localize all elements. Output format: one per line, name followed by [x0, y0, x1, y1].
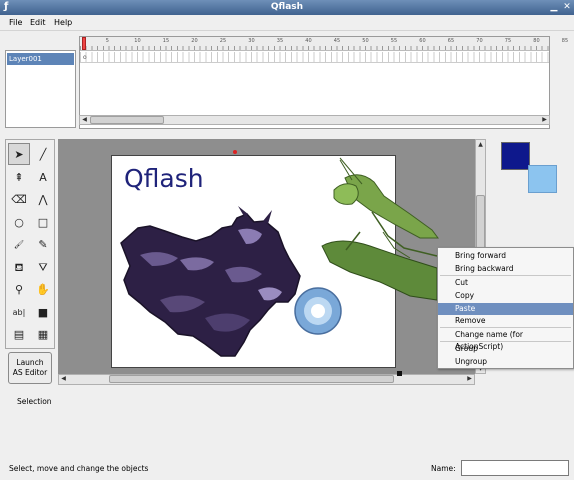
- scroll-up-icon[interactable]: ▲: [476, 140, 485, 149]
- context-menu-item[interactable]: Paste: [438, 303, 573, 315]
- keyframe-marker: o: [83, 54, 87, 61]
- line-icon[interactable]: ╱: [32, 143, 54, 165]
- stage-resize-handle[interactable]: [397, 371, 402, 376]
- square-icon[interactable]: □: [32, 211, 54, 233]
- ink-bottle-icon[interactable]: ⛛: [32, 256, 54, 278]
- scroll-thumb[interactable]: [90, 116, 164, 124]
- launch-label-line1: Launch: [16, 358, 44, 367]
- eraser-icon[interactable]: ⌫: [8, 188, 30, 210]
- menu-help[interactable]: Help: [54, 18, 72, 27]
- subselect-icon[interactable]: ⇞: [8, 166, 30, 188]
- frame-track[interactable]: [80, 52, 549, 63]
- stage-hscrollbar[interactable]: ◀ ▶: [58, 374, 475, 385]
- active-tool-label: Selection: [17, 397, 52, 406]
- script-icon[interactable]: ▤: [8, 323, 30, 345]
- brush-icon[interactable]: 🖌: [8, 233, 30, 255]
- scroll-right-icon[interactable]: ▶: [540, 116, 549, 124]
- context-menu-item[interactable]: Bring backward: [438, 263, 573, 275]
- menu-file[interactable]: File: [9, 18, 22, 27]
- ruler-tick-label: 75: [504, 38, 512, 44]
- stage-scroll-left-icon[interactable]: ◀: [59, 375, 68, 383]
- menu-separator: [440, 275, 571, 276]
- hand-icon[interactable]: ✋: [32, 278, 54, 300]
- layer-item[interactable]: Layer001: [7, 53, 74, 65]
- playhead-marker[interactable]: [82, 37, 86, 50]
- ruler-tick-label: 80: [533, 38, 540, 44]
- close-icon[interactable]: ✕: [561, 1, 573, 13]
- ruler-tick-label: 50: [362, 38, 369, 44]
- stage-scroll-right-icon[interactable]: ▶: [465, 375, 474, 383]
- context-menu-item[interactable]: Remove: [438, 315, 573, 327]
- title-bar: ƒ Qflash ▁ ✕: [0, 0, 574, 15]
- context-menu-item[interactable]: Group: [438, 343, 573, 355]
- menu-edit[interactable]: Edit: [30, 18, 46, 27]
- magnifier-icon[interactable]: ⚲: [8, 278, 30, 300]
- stroke-color-swatch[interactable]: [501, 142, 530, 170]
- context-menu-item[interactable]: Copy: [438, 290, 573, 302]
- fill-color-swatch[interactable]: [528, 165, 557, 193]
- fill-square-icon[interactable]: ■: [32, 301, 54, 323]
- context-menu-item[interactable]: Ungroup: [438, 356, 573, 368]
- ruler-tick-label: 85: [561, 38, 569, 44]
- paint-bucket-icon[interactable]: ⛾: [8, 256, 30, 278]
- status-text: Select, move and change the objects: [9, 464, 149, 473]
- ruler-tick-label: 15: [162, 38, 170, 44]
- launch-as-editor-button[interactable]: Launch AS Editor: [8, 352, 52, 384]
- pencil-icon[interactable]: ✎: [32, 233, 54, 255]
- ruler-tick-label: 25: [219, 38, 227, 44]
- ruler-tick-label: 20: [191, 38, 198, 44]
- name-input[interactable]: [461, 460, 569, 476]
- name-label: Name:: [431, 464, 456, 473]
- ruler-tick-label: 10: [134, 38, 141, 44]
- ruler-tick-label: 30: [248, 38, 255, 44]
- library-icon[interactable]: ▦: [32, 323, 54, 345]
- timeline-ruler[interactable]: 1510152025303540455055606570758085: [80, 37, 568, 51]
- menu-bar: File Edit Help: [0, 15, 574, 31]
- timeline-hscrollbar[interactable]: ◀ ▶: [79, 115, 550, 125]
- ruler-tick-label: 45: [333, 38, 341, 44]
- window-title: Qflash: [270, 2, 304, 12]
- ruler-tick-label: 60: [419, 38, 426, 44]
- stage-logo-text[interactable]: Qflash: [124, 164, 204, 193]
- ruler-tick-label: 40: [305, 38, 312, 44]
- ruler-tick-label: 35: [276, 38, 284, 44]
- stage-scroll-thumb[interactable]: [109, 375, 394, 383]
- circle-icon[interactable]: ○: [8, 211, 30, 233]
- text-icon[interactable]: A: [32, 166, 54, 188]
- scroll-left-icon[interactable]: ◀: [80, 116, 89, 124]
- context-menu-item[interactable]: Change name (for ActionScript): [438, 329, 573, 351]
- polyline-icon[interactable]: ⋀: [32, 188, 54, 210]
- stage-top-handle[interactable]: [233, 150, 237, 154]
- minimize-icon[interactable]: ▁: [548, 1, 560, 13]
- layers-panel: Layer001: [5, 50, 76, 128]
- toolbox: ➤ ╱ ⇞ A ⌫ ⋀ ○ □ 🖌 ✎ ⛾ ⛛ ⚲ ✋ ab| ■ ▤ ▦: [5, 139, 55, 349]
- menu-separator: [440, 327, 571, 328]
- context-menu-item[interactable]: Bring forward: [438, 250, 573, 262]
- context-menu: Bring forward Bring backward Cut Copy Paste R…: [437, 247, 574, 369]
- menu-separator: [440, 341, 571, 342]
- launch-label-line2: AS Editor: [12, 368, 48, 377]
- context-menu-item[interactable]: Cut: [438, 277, 573, 289]
- ruler-tick-label: 5: [105, 38, 109, 44]
- ruler-tick-label: 55: [390, 38, 398, 44]
- ruler-tick-label: 70: [476, 38, 483, 44]
- ruler-tick-label: 65: [447, 38, 455, 44]
- text-field-icon[interactable]: ab|: [8, 301, 30, 323]
- arrow-pointer-icon[interactable]: ➤: [8, 143, 30, 165]
